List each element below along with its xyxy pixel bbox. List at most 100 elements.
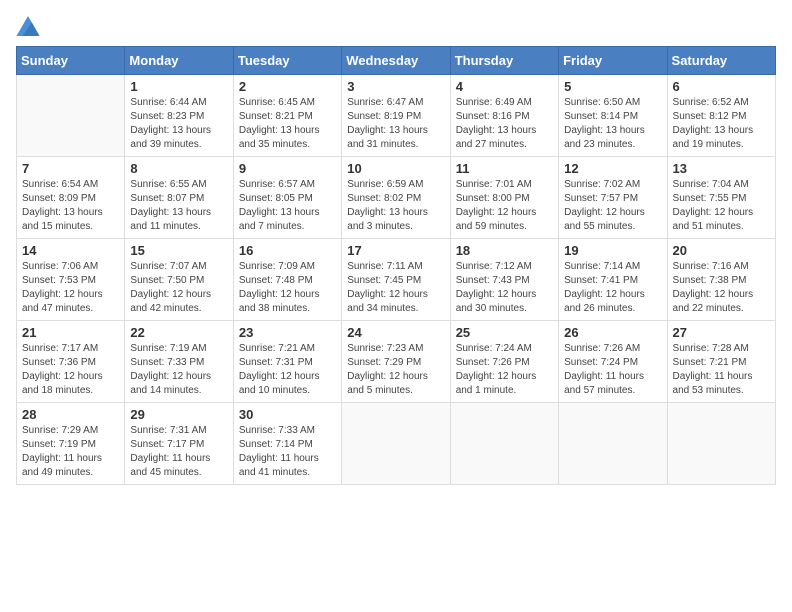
day-info: Sunrise: 7:11 AM Sunset: 7:45 PM Dayligh… xyxy=(347,260,444,316)
day-number: 30 xyxy=(239,407,336,422)
day-number: 7 xyxy=(22,161,119,176)
calendar-cell: 13Sunrise: 7:04 AM Sunset: 7:55 PM Dayli… xyxy=(667,157,775,239)
calendar-week-row: 14 Sunrise: 7:06 AM Sunset: 7:53 PM Dayli… xyxy=(17,239,776,321)
calendar-cell: 15 Sunrise: 7:07 AM Sunset: 7:50 PM Dayli… xyxy=(125,239,233,321)
calendar-cell: 17 Sunrise: 7:11 AM Sunset: 7:45 PM Dayli… xyxy=(342,239,450,321)
calendar-cell: 9 Sunrise: 6:57 AM Sunset: 8:05 PM Daylig… xyxy=(233,157,341,239)
weekday-header-saturday: Saturday xyxy=(667,47,775,75)
calendar-cell: 4Sunrise: 6:49 AM Sunset: 8:16 PM Daylig… xyxy=(450,75,558,157)
weekday-header-tuesday: Tuesday xyxy=(233,47,341,75)
day-info: Sunrise: 6:52 AM Sunset: 8:12 PM Dayligh… xyxy=(673,96,770,152)
calendar-week-row: 7 Sunrise: 6:54 AM Sunset: 8:09 PM Daylig… xyxy=(17,157,776,239)
day-number: 4 xyxy=(456,79,553,94)
calendar-cell xyxy=(17,75,125,157)
day-info: Sunrise: 7:21 AM Sunset: 7:31 PM Dayligh… xyxy=(239,342,336,398)
day-info: Sunrise: 6:50 AM Sunset: 8:14 PM Dayligh… xyxy=(564,96,661,152)
calendar-cell: 3 Sunrise: 6:47 AM Sunset: 8:19 PM Daylig… xyxy=(342,75,450,157)
day-number: 10 xyxy=(347,161,444,176)
day-number: 12 xyxy=(564,161,661,176)
calendar-cell: 28Sunrise: 7:29 AM Sunset: 7:19 PM Dayli… xyxy=(17,403,125,485)
weekday-header-wednesday: Wednesday xyxy=(342,47,450,75)
calendar-cell: 12 Sunrise: 7:02 AM Sunset: 7:57 PM Dayli… xyxy=(559,157,667,239)
day-info: Sunrise: 7:14 AM Sunset: 7:41 PM Dayligh… xyxy=(564,260,661,316)
calendar-cell: 16 Sunrise: 7:09 AM Sunset: 7:48 PM Dayli… xyxy=(233,239,341,321)
calendar-cell: 6 Sunrise: 6:52 AM Sunset: 8:12 PM Daylig… xyxy=(667,75,775,157)
calendar-cell: 1 Sunrise: 6:44 AM Sunset: 8:23 PM Daylig… xyxy=(125,75,233,157)
calendar-week-row: 21 Sunrise: 7:17 AM Sunset: 7:36 PM Dayli… xyxy=(17,321,776,403)
calendar-cell xyxy=(667,403,775,485)
day-number: 5 xyxy=(564,79,661,94)
page-header xyxy=(16,16,776,36)
day-info: Sunrise: 7:29 AM Sunset: 7:19 PM Dayligh… xyxy=(22,424,119,480)
weekday-header-sunday: Sunday xyxy=(17,47,125,75)
day-info: Sunrise: 6:47 AM Sunset: 8:19 PM Dayligh… xyxy=(347,96,444,152)
day-number: 29 xyxy=(130,407,227,422)
day-number: 20 xyxy=(673,243,770,258)
day-number: 15 xyxy=(130,243,227,258)
calendar-cell: 18 Sunrise: 7:12 AM Sunset: 7:43 PM Dayli… xyxy=(450,239,558,321)
calendar-week-row: 28Sunrise: 7:29 AM Sunset: 7:19 PM Dayli… xyxy=(17,403,776,485)
calendar-table: SundayMondayTuesdayWednesdayThursdayFrid… xyxy=(16,46,776,485)
logo xyxy=(16,16,44,36)
weekday-header-monday: Monday xyxy=(125,47,233,75)
day-info: Sunrise: 7:06 AM Sunset: 7:53 PM Dayligh… xyxy=(22,260,119,316)
day-number: 14 xyxy=(22,243,119,258)
calendar-cell: 22Sunrise: 7:19 AM Sunset: 7:33 PM Dayli… xyxy=(125,321,233,403)
day-info: Sunrise: 7:12 AM Sunset: 7:43 PM Dayligh… xyxy=(456,260,553,316)
day-number: 2 xyxy=(239,79,336,94)
day-info: Sunrise: 6:55 AM Sunset: 8:07 PM Dayligh… xyxy=(130,178,227,234)
day-number: 9 xyxy=(239,161,336,176)
day-info: Sunrise: 7:19 AM Sunset: 7:33 PM Dayligh… xyxy=(130,342,227,398)
day-number: 24 xyxy=(347,325,444,340)
day-number: 27 xyxy=(673,325,770,340)
day-info: Sunrise: 6:59 AM Sunset: 8:02 PM Dayligh… xyxy=(347,178,444,234)
day-number: 25 xyxy=(456,325,553,340)
calendar-cell: 2 Sunrise: 6:45 AM Sunset: 8:21 PM Daylig… xyxy=(233,75,341,157)
calendar-cell xyxy=(450,403,558,485)
day-info: Sunrise: 7:02 AM Sunset: 7:57 PM Dayligh… xyxy=(564,178,661,234)
logo-icon xyxy=(16,16,40,36)
calendar-cell xyxy=(559,403,667,485)
calendar-cell: 25 Sunrise: 7:24 AM Sunset: 7:26 PM Dayli… xyxy=(450,321,558,403)
day-info: Sunrise: 6:57 AM Sunset: 8:05 PM Dayligh… xyxy=(239,178,336,234)
day-info: Sunrise: 7:04 AM Sunset: 7:55 PM Dayligh… xyxy=(673,178,770,234)
calendar-cell: 20 Sunrise: 7:16 AM Sunset: 7:38 PM Dayli… xyxy=(667,239,775,321)
calendar-cell: 7 Sunrise: 6:54 AM Sunset: 8:09 PM Daylig… xyxy=(17,157,125,239)
day-info: Sunrise: 7:09 AM Sunset: 7:48 PM Dayligh… xyxy=(239,260,336,316)
day-number: 16 xyxy=(239,243,336,258)
day-number: 17 xyxy=(347,243,444,258)
day-number: 3 xyxy=(347,79,444,94)
day-info: Sunrise: 7:28 AM Sunset: 7:21 PM Dayligh… xyxy=(673,342,770,398)
calendar-cell: 8Sunrise: 6:55 AM Sunset: 8:07 PM Daylig… xyxy=(125,157,233,239)
calendar-cell: 26 Sunrise: 7:26 AM Sunset: 7:24 PM Dayli… xyxy=(559,321,667,403)
day-info: Sunrise: 6:44 AM Sunset: 8:23 PM Dayligh… xyxy=(130,96,227,152)
day-info: Sunrise: 7:24 AM Sunset: 7:26 PM Dayligh… xyxy=(456,342,553,398)
calendar-cell: 24 Sunrise: 7:23 AM Sunset: 7:29 PM Dayli… xyxy=(342,321,450,403)
day-number: 18 xyxy=(456,243,553,258)
calendar-cell: 14 Sunrise: 7:06 AM Sunset: 7:53 PM Dayli… xyxy=(17,239,125,321)
day-number: 1 xyxy=(130,79,227,94)
day-info: Sunrise: 7:33 AM Sunset: 7:14 PM Dayligh… xyxy=(239,424,336,480)
calendar-cell: 5 Sunrise: 6:50 AM Sunset: 8:14 PM Daylig… xyxy=(559,75,667,157)
calendar-cell: 19 Sunrise: 7:14 AM Sunset: 7:41 PM Dayli… xyxy=(559,239,667,321)
day-info: Sunrise: 6:45 AM Sunset: 8:21 PM Dayligh… xyxy=(239,96,336,152)
day-info: Sunrise: 7:26 AM Sunset: 7:24 PM Dayligh… xyxy=(564,342,661,398)
day-info: Sunrise: 7:31 AM Sunset: 7:17 PM Dayligh… xyxy=(130,424,227,480)
calendar-cell: 23Sunrise: 7:21 AM Sunset: 7:31 PM Dayli… xyxy=(233,321,341,403)
day-number: 19 xyxy=(564,243,661,258)
day-info: Sunrise: 7:07 AM Sunset: 7:50 PM Dayligh… xyxy=(130,260,227,316)
calendar-cell xyxy=(342,403,450,485)
weekday-header-row: SundayMondayTuesdayWednesdayThursdayFrid… xyxy=(17,47,776,75)
day-number: 26 xyxy=(564,325,661,340)
weekday-header-thursday: Thursday xyxy=(450,47,558,75)
calendar-cell: 10 Sunrise: 6:59 AM Sunset: 8:02 PM Dayli… xyxy=(342,157,450,239)
day-info: Sunrise: 7:17 AM Sunset: 7:36 PM Dayligh… xyxy=(22,342,119,398)
weekday-header-friday: Friday xyxy=(559,47,667,75)
day-number: 6 xyxy=(673,79,770,94)
day-info: Sunrise: 7:23 AM Sunset: 7:29 PM Dayligh… xyxy=(347,342,444,398)
day-info: Sunrise: 7:01 AM Sunset: 8:00 PM Dayligh… xyxy=(456,178,553,234)
calendar-cell: 29 Sunrise: 7:31 AM Sunset: 7:17 PM Dayli… xyxy=(125,403,233,485)
day-number: 21 xyxy=(22,325,119,340)
day-info: Sunrise: 7:16 AM Sunset: 7:38 PM Dayligh… xyxy=(673,260,770,316)
day-info: Sunrise: 6:54 AM Sunset: 8:09 PM Dayligh… xyxy=(22,178,119,234)
